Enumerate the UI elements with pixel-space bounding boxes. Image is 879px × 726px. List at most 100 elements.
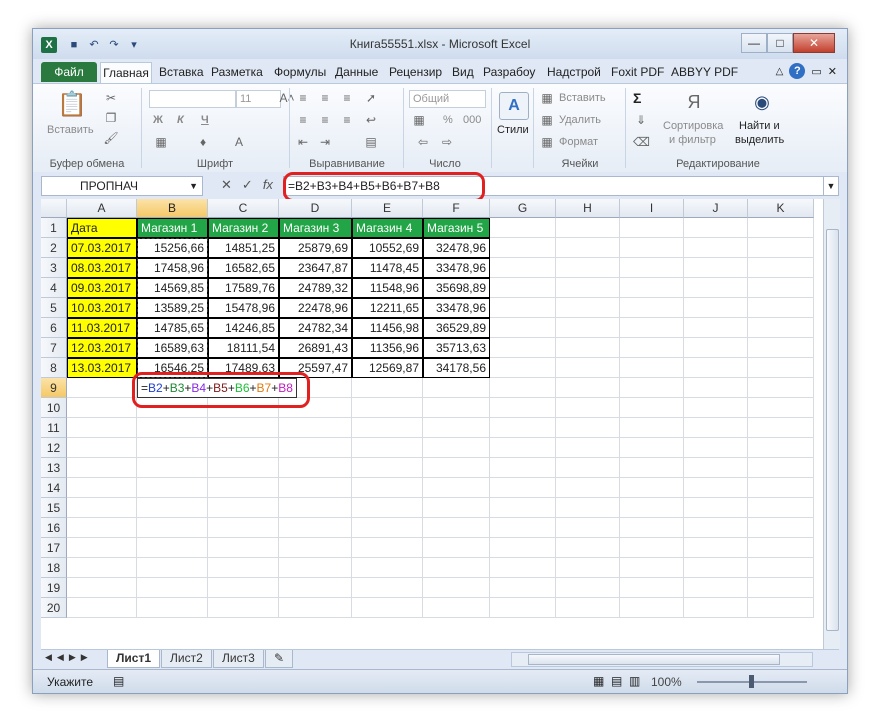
cell[interactable]	[279, 538, 352, 558]
row-header-20[interactable]: 20	[41, 598, 67, 618]
decrease-indent-icon[interactable]: ⇤	[295, 134, 311, 150]
select-all-corner[interactable]	[41, 199, 67, 218]
value-cell[interactable]: 14246,85	[208, 318, 279, 338]
table-header-cell[interactable]: Магазин 5	[423, 218, 490, 238]
cell[interactable]	[352, 578, 423, 598]
number-format-combo[interactable]: Общий	[409, 90, 486, 108]
cell[interactable]	[208, 518, 279, 538]
cell[interactable]	[556, 218, 620, 238]
cell[interactable]	[490, 398, 556, 418]
date-cell[interactable]: 12.03.2017	[67, 338, 137, 358]
tab-data[interactable]: Данные	[331, 62, 382, 82]
cell[interactable]	[748, 358, 814, 378]
row-header-14[interactable]: 14	[41, 478, 67, 498]
value-cell[interactable]: 11356,96	[352, 338, 423, 358]
cell[interactable]	[137, 478, 208, 498]
cell[interactable]	[67, 398, 137, 418]
row-header-8[interactable]: 8	[41, 358, 67, 378]
cell[interactable]	[748, 318, 814, 338]
cell[interactable]	[279, 418, 352, 438]
cell[interactable]	[279, 558, 352, 578]
font-color-icon[interactable]: A	[231, 134, 247, 150]
sort-filter-label-2[interactable]: и фильтр	[669, 134, 716, 146]
value-cell[interactable]: 12211,65	[352, 298, 423, 318]
merge-center-icon[interactable]: ▤	[363, 134, 379, 150]
cell[interactable]	[490, 378, 556, 398]
cell[interactable]	[620, 338, 684, 358]
cell[interactable]	[279, 598, 352, 618]
text-orientation-icon[interactable]: ➚	[363, 90, 379, 106]
cell[interactable]	[208, 458, 279, 478]
cell[interactable]	[490, 418, 556, 438]
macro-record-icon[interactable]: ▤	[113, 674, 124, 688]
value-cell[interactable]: 35698,89	[423, 278, 490, 298]
cell[interactable]	[423, 398, 490, 418]
cell[interactable]	[137, 518, 208, 538]
cell[interactable]	[684, 298, 748, 318]
row-header-17[interactable]: 17	[41, 538, 67, 558]
cell[interactable]	[490, 538, 556, 558]
date-cell[interactable]: 08.03.2017	[67, 258, 137, 278]
cell[interactable]	[556, 238, 620, 258]
cell[interactable]	[748, 598, 814, 618]
align-right-icon[interactable]: ≡	[339, 112, 355, 128]
delete-cells-icon[interactable]: ▦	[539, 112, 555, 128]
value-cell[interactable]: 16582,65	[208, 258, 279, 278]
value-cell[interactable]: 26891,43	[279, 338, 352, 358]
cell[interactable]	[748, 438, 814, 458]
cell[interactable]	[684, 458, 748, 478]
date-cell[interactable]: 09.03.2017	[67, 278, 137, 298]
cell[interactable]	[490, 278, 556, 298]
row-header-16[interactable]: 16	[41, 518, 67, 538]
cell[interactable]	[67, 558, 137, 578]
cell[interactable]	[67, 478, 137, 498]
styles-icon[interactable]: A	[499, 92, 529, 120]
cell[interactable]	[620, 418, 684, 438]
cell[interactable]	[423, 458, 490, 478]
cell[interactable]	[556, 518, 620, 538]
column-header-j[interactable]: J	[684, 199, 748, 218]
cell[interactable]	[279, 458, 352, 478]
cell[interactable]	[490, 358, 556, 378]
cell[interactable]	[279, 518, 352, 538]
cell[interactable]	[748, 498, 814, 518]
cell[interactable]	[67, 498, 137, 518]
cell[interactable]	[67, 438, 137, 458]
cell[interactable]	[684, 258, 748, 278]
cell[interactable]	[137, 438, 208, 458]
percent-button[interactable]: %	[443, 114, 453, 126]
expand-formula-bar-icon[interactable]: ▼	[823, 176, 839, 196]
cell[interactable]	[620, 578, 684, 598]
column-header-b[interactable]: B	[137, 199, 208, 218]
value-cell[interactable]: 35713,63	[423, 338, 490, 358]
name-box-dropdown-icon[interactable]: ▼	[189, 177, 198, 195]
format-cells-icon[interactable]: ▦	[539, 134, 555, 150]
cell[interactable]	[137, 578, 208, 598]
cell[interactable]	[208, 598, 279, 618]
cell[interactable]	[490, 438, 556, 458]
copy-icon[interactable]: ❐	[103, 110, 119, 126]
column-header-f[interactable]: F	[423, 199, 490, 218]
cell[interactable]	[620, 258, 684, 278]
cell[interactable]	[748, 278, 814, 298]
enter-icon[interactable]: ✓	[242, 176, 253, 194]
cell[interactable]	[67, 578, 137, 598]
value-cell[interactable]: 33478,96	[423, 298, 490, 318]
cell[interactable]	[556, 278, 620, 298]
cell[interactable]	[748, 558, 814, 578]
cell[interactable]	[208, 498, 279, 518]
sort-filter-label-1[interactable]: Сортировка	[663, 120, 723, 132]
value-cell[interactable]: 23647,87	[279, 258, 352, 278]
row-header-5[interactable]: 5	[41, 298, 67, 318]
sheet-tab-1[interactable]: Лист1	[107, 650, 161, 668]
tab-review[interactable]: Рецензир	[385, 62, 446, 82]
date-cell[interactable]: 13.03.2017	[67, 358, 137, 378]
column-header-g[interactable]: G	[490, 199, 556, 218]
italic-button[interactable]: К	[177, 114, 184, 126]
column-header-a[interactable]: A	[67, 199, 137, 218]
cell[interactable]	[352, 558, 423, 578]
format-painter-icon[interactable]: 🖌	[103, 130, 119, 146]
cell[interactable]	[620, 218, 684, 238]
cell[interactable]	[556, 398, 620, 418]
tab-insert[interactable]: Вставка	[155, 62, 208, 82]
